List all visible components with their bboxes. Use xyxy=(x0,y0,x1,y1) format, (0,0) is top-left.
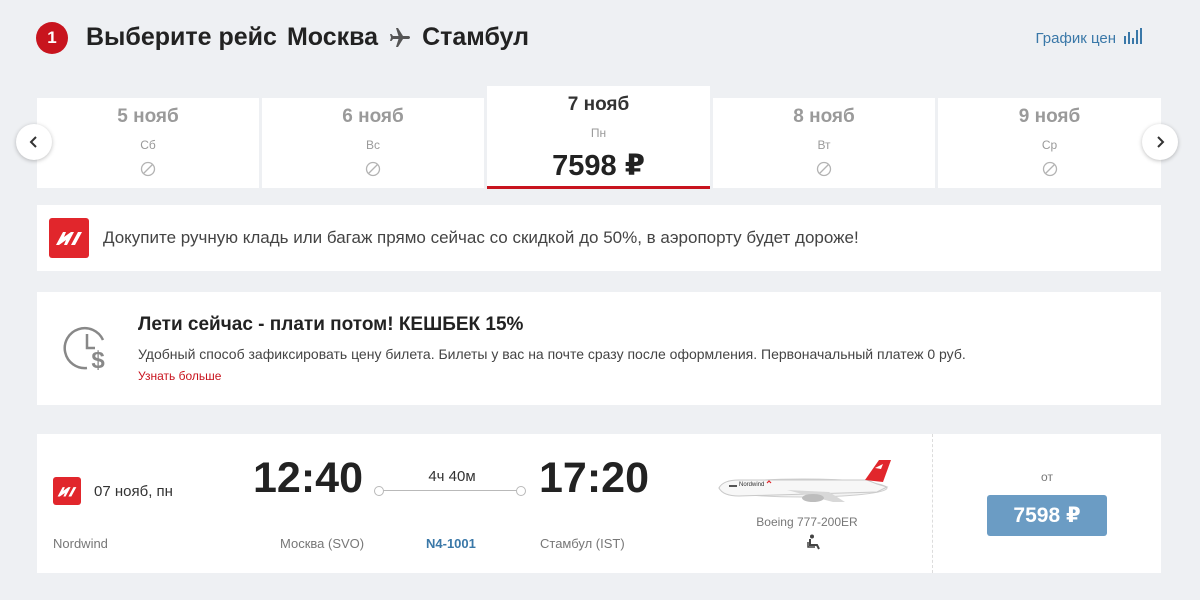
origin-dot xyxy=(374,486,384,496)
svg-text:$: $ xyxy=(91,347,105,374)
baggage-promo-banner: Докупите ручную кладь или багаж прямо се… xyxy=(37,205,1161,271)
unavailable-icon xyxy=(713,161,935,177)
unavailable-icon xyxy=(938,161,1161,177)
date-option[interactable]: 9 нояб Ср xyxy=(938,98,1161,188)
next-dates-button[interactable] xyxy=(1142,124,1178,160)
aircraft-image: Nordwind xyxy=(717,456,897,511)
step-badge: 1 xyxy=(36,22,68,54)
date-selector: 5 нояб Сб 6 нояб Вс 7 нояб Пн 7598 ₽ 8 н… xyxy=(37,86,1161,190)
weekday-label: Ср xyxy=(1041,138,1058,152)
chevron-right-icon xyxy=(1157,136,1165,148)
seat-icon xyxy=(806,534,822,555)
departure-airport: Москва (SVO) xyxy=(280,536,365,551)
clock-dollar-icon: $ xyxy=(63,322,115,379)
flight-card[interactable]: 07 нояб, пн Nordwind 12:40 4ч 40м 17:20 … xyxy=(37,434,1161,573)
page-header: 1 Выберите рейс Москва Стамбул График це… xyxy=(36,20,1160,56)
card-divider xyxy=(932,434,933,573)
destination-city: Стамбул xyxy=(422,23,530,51)
carrier-name: Nordwind xyxy=(53,536,108,551)
page-title: Выберите рейс Москва Стамбул xyxy=(86,23,529,52)
date-label: 9 нояб xyxy=(1018,106,1081,127)
date-price: 7598 ₽ xyxy=(552,150,645,182)
carrier-logo xyxy=(53,477,81,505)
cashback-title: Лети сейчас - плати потом! КЕШБЕК 15% xyxy=(138,314,524,335)
origin-city: Москва xyxy=(286,23,379,51)
select-flight-button[interactable]: 7598 ₽ xyxy=(987,495,1107,536)
arrival-time: 17:20 xyxy=(539,454,649,502)
svg-text:Nordwind: Nordwind xyxy=(739,482,764,488)
departure-time: 12:40 xyxy=(253,454,363,502)
title-prefix: Выберите рейс xyxy=(86,23,277,51)
cashback-promo: $ Лети сейчас - плати потом! КЕШБЕК 15% … xyxy=(37,292,1161,405)
nordwind-logo xyxy=(49,218,89,258)
route-line xyxy=(374,485,526,497)
flight-number-link[interactable]: N4-1001 xyxy=(426,536,476,551)
promo-text: Докупите ручную кладь или багаж прямо се… xyxy=(103,228,859,247)
unavailable-icon xyxy=(37,161,259,177)
flight-date: 07 нояб, пн xyxy=(94,483,173,500)
unavailable-icon xyxy=(262,161,484,177)
date-option-selected[interactable]: 7 нояб Пн 7598 ₽ xyxy=(487,86,710,189)
arrival-airport: Стамбул (IST) xyxy=(540,536,625,551)
price-chart-label: График цен xyxy=(1035,29,1116,47)
bar-chart-icon xyxy=(1124,28,1144,48)
plane-icon xyxy=(388,26,412,50)
price-prefix: от xyxy=(1041,470,1053,484)
prev-dates-button[interactable] xyxy=(16,124,52,160)
date-label: 8 нояб xyxy=(793,106,855,127)
weekday-label: Сб xyxy=(140,138,156,152)
weekday-label: Вт xyxy=(817,138,831,152)
date-option[interactable]: 6 нояб Вс xyxy=(262,98,484,188)
date-option[interactable]: 5 нояб Сб xyxy=(37,98,259,188)
cashback-description: Удобный способ зафиксировать цену билета… xyxy=(138,346,966,362)
date-option[interactable]: 8 нояб Вт xyxy=(713,98,935,188)
price-chart-link[interactable]: График цен xyxy=(1036,28,1144,48)
weekday-label: Вс xyxy=(365,138,380,152)
flight-duration: 4ч 40м xyxy=(428,468,476,485)
learn-more-link[interactable]: Узнать больше xyxy=(138,369,221,383)
aircraft-model: Boeing 777-200ER xyxy=(756,515,858,529)
date-label: 6 нояб xyxy=(342,106,404,127)
date-label: 7 нояб xyxy=(567,94,630,115)
weekday-label: Пн xyxy=(590,126,607,140)
chevron-left-icon xyxy=(29,136,37,148)
destination-dot xyxy=(516,486,526,496)
date-label: 5 нояб xyxy=(117,106,179,127)
